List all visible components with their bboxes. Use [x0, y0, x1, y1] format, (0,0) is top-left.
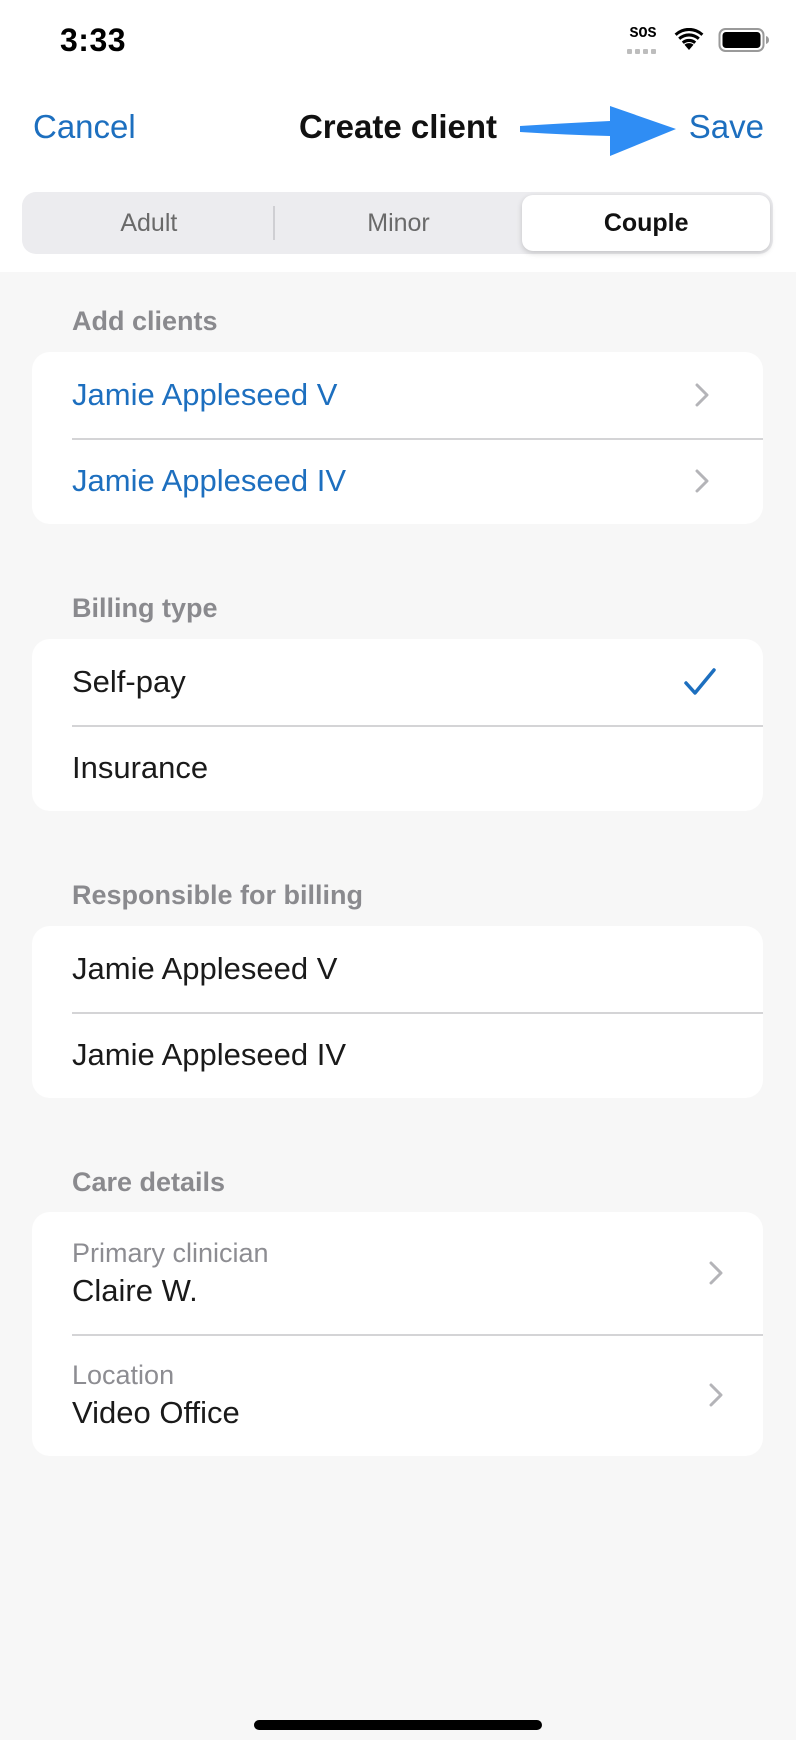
primary-clinician-label: Primary clinician [72, 1237, 269, 1268]
chevron-right-icon [695, 469, 709, 493]
billing-option-label: Insurance [72, 750, 209, 785]
create-client-screen: 3:33 SOS Cancel Create client Save Adult… [0, 0, 796, 1740]
chevron-right-icon [695, 383, 709, 407]
add-client-name: Jamie Appleseed IV [72, 463, 347, 498]
status-time: 3:33 [60, 22, 127, 58]
responsible-option-2[interactable]: Jamie Appleseed IV [32, 1012, 763, 1098]
chevron-right-icon [709, 1261, 723, 1285]
billing-option-label: Self-pay [72, 664, 186, 699]
segment-minor[interactable]: Minor [275, 195, 523, 251]
add-clients-header: Add clients [72, 306, 218, 336]
primary-clinician-value: Claire W. [72, 1272, 198, 1308]
home-indicator[interactable] [254, 1720, 542, 1730]
location-row[interactable]: Location Video Office [32, 1334, 763, 1456]
responsible-name: Jamie Appleseed V [72, 951, 338, 986]
sos-indicator: SOS [626, 26, 660, 54]
responsible-billing-header: Responsible for billing [72, 880, 364, 910]
status-bar: 3:33 SOS [0, 0, 796, 82]
add-client-row-2[interactable]: Jamie Appleseed IV [32, 438, 763, 524]
billing-option-insurance[interactable]: Insurance [32, 725, 763, 811]
add-client-name: Jamie Appleseed V [72, 377, 338, 412]
signal-dots [627, 49, 656, 54]
billing-type-header: Billing type [72, 593, 218, 623]
client-type-segment-wrap: Adult Minor Couple [0, 188, 796, 272]
responsible-option-1[interactable]: Jamie Appleseed V [32, 926, 763, 1012]
status-icons: SOS [626, 26, 770, 54]
care-details-card: Primary clinician Claire W. Location Vid… [32, 1212, 763, 1456]
responsible-name: Jamie Appleseed IV [72, 1037, 347, 1072]
sos-label: SOS [629, 25, 657, 42]
chevron-right-icon [709, 1383, 723, 1407]
client-type-segmented-control: Adult Minor Couple [22, 192, 773, 254]
segment-couple[interactable]: Couple [522, 195, 771, 251]
add-client-row-1[interactable]: Jamie Appleseed V [32, 352, 763, 438]
wifi-icon [674, 28, 704, 50]
care-details-header: Care details [72, 1167, 226, 1197]
battery-icon [718, 28, 769, 52]
responsible-billing-card: Jamie Appleseed V Jamie Appleseed IV [32, 926, 763, 1098]
location-value: Video Office [72, 1394, 240, 1430]
billing-type-card: Self-pay Insurance [32, 639, 763, 811]
checkmark-icon [684, 668, 716, 695]
save-button[interactable]: Save [689, 108, 764, 146]
billing-option-self-pay[interactable]: Self-pay [32, 639, 763, 725]
location-label: Location [72, 1359, 175, 1390]
cancel-button[interactable]: Cancel [33, 108, 136, 146]
arrow-right-icon [520, 106, 676, 156]
add-clients-card: Jamie Appleseed V Jamie Appleseed IV [32, 352, 763, 524]
segment-adult[interactable]: Adult [25, 195, 273, 251]
primary-clinician-row[interactable]: Primary clinician Claire W. [32, 1212, 763, 1334]
